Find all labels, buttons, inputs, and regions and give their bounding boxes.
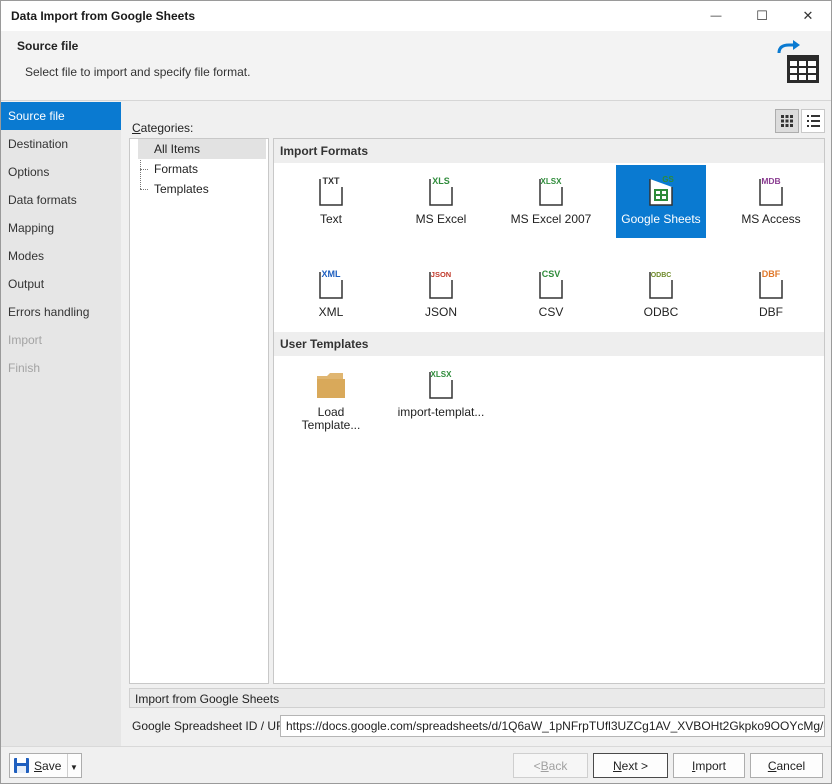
- template-tile-load-template[interactable]: Load Template...: [286, 358, 376, 438]
- tree-item-formats[interactable]: Formats: [138, 159, 266, 179]
- sidebar-item-options[interactable]: Options: [1, 158, 121, 186]
- formats-gallery: Import Formats TXT Text XLS MS Excel XLS…: [273, 138, 825, 684]
- svg-text:GS: GS: [662, 175, 674, 184]
- floppy-disk-icon: [14, 758, 29, 773]
- close-button[interactable]: ✕: [785, 1, 831, 31]
- split-divider: [67, 754, 68, 777]
- svg-text:ODBC: ODBC: [651, 272, 672, 279]
- folder-icon: [317, 373, 345, 398]
- sidebar-item-data-formats[interactable]: Data formats: [1, 186, 121, 214]
- import-button[interactable]: Import: [673, 753, 745, 778]
- svg-text:MDB: MDB: [761, 176, 780, 186]
- page-title: Source file: [17, 39, 79, 53]
- svg-text:JSON: JSON: [431, 270, 451, 279]
- svg-text:XLS: XLS: [432, 176, 450, 186]
- group-header-import-formats: Import Formats: [274, 139, 824, 163]
- json-file-icon: JSON: [429, 270, 453, 299]
- categories-tree: All Items Formats Templates: [129, 138, 269, 684]
- import-wizard-window: Data Import from Google Sheets — ☐ ✕ Sou…: [0, 0, 832, 784]
- svg-text:DBF: DBF: [762, 269, 781, 279]
- back-button: < Back: [513, 753, 588, 778]
- format-tile-ms-excel-2007[interactable]: XLSX MS Excel 2007: [506, 165, 596, 238]
- sidebar-item-source-file[interactable]: Source file: [1, 102, 121, 130]
- sidebar-item-modes[interactable]: Modes: [1, 242, 121, 270]
- sidebar-item-import: Import: [8, 333, 43, 347]
- google-sheets-file-icon: GS: [649, 175, 674, 206]
- categories-label: Categories:: [132, 121, 194, 135]
- title-bar: Data Import from Google Sheets — ☐ ✕: [1, 1, 831, 31]
- format-tile-json[interactable]: JSON JSON: [396, 258, 486, 331]
- group-header-user-templates: User Templates: [274, 332, 824, 356]
- format-tile-odbc[interactable]: ODBC ODBC: [616, 258, 706, 331]
- csv-file-icon: CSV: [539, 269, 563, 299]
- minimize-button[interactable]: —: [693, 1, 739, 31]
- wizard-footer: Save ▼ < Back Next > Import Cancel: [1, 746, 831, 783]
- sidebar-item-errors-handling[interactable]: Errors handling: [1, 298, 121, 326]
- tree-item-all-items[interactable]: All Items: [138, 139, 266, 159]
- xls-file-icon: XLS: [429, 176, 453, 206]
- format-tile-csv[interactable]: CSV CSV: [506, 258, 596, 331]
- cancel-button[interactable]: Cancel: [750, 753, 823, 778]
- maximize-button[interactable]: ☐: [739, 1, 785, 31]
- wizard-steps-sidebar: Source file Destination Options Data for…: [1, 102, 121, 746]
- close-icon: ✕: [802, 8, 814, 23]
- xlsx-file-icon: XLSX: [429, 370, 453, 399]
- import-table-icon: [777, 40, 819, 83]
- svg-text:CSV: CSV: [542, 269, 561, 279]
- format-tile-text[interactable]: TXT Text: [286, 165, 376, 238]
- wizard-header: Source file Select file to import and sp…: [1, 31, 831, 101]
- svg-text:XML: XML: [322, 269, 342, 279]
- tree-item-templates[interactable]: Templates: [138, 179, 266, 199]
- format-tile-xml[interactable]: XML XML: [286, 258, 376, 331]
- large-icons-view-button[interactable]: [775, 109, 799, 133]
- mdb-file-icon: MDB: [759, 176, 783, 206]
- svg-text:TXT: TXT: [323, 176, 341, 186]
- save-label: Save: [34, 759, 62, 773]
- format-tile-ms-access[interactable]: MDB MS Access: [726, 165, 816, 238]
- format-tile-google-sheets[interactable]: GS Google Sheets: [616, 165, 706, 238]
- sidebar-item-destination[interactable]: Destination: [1, 130, 121, 158]
- list-view-button[interactable]: [801, 109, 825, 133]
- svg-text:XLSX: XLSX: [541, 177, 563, 186]
- window-title: Data Import from Google Sheets: [11, 9, 196, 23]
- svg-text:XLSX: XLSX: [431, 370, 453, 379]
- sidebar-item-finish: Finish: [8, 361, 41, 375]
- dbf-file-icon: DBF: [759, 269, 783, 299]
- page-subtitle: Select file to import and specify file f…: [25, 65, 251, 79]
- minimize-icon: —: [710, 10, 722, 22]
- xlsx-file-icon: XLSX: [539, 177, 563, 206]
- save-split-button[interactable]: Save ▼: [9, 753, 82, 778]
- odbc-file-icon: ODBC: [649, 272, 673, 299]
- format-tile-ms-excel[interactable]: XLS MS Excel: [396, 165, 486, 238]
- spreadsheet-url-input[interactable]: https://docs.google.com/spreadsheets/d/1…: [280, 715, 825, 737]
- chevron-down-icon[interactable]: ▼: [70, 763, 78, 772]
- sidebar-item-mapping[interactable]: Mapping: [1, 214, 121, 242]
- txt-file-icon: TXT: [319, 176, 343, 206]
- maximize-icon: ☐: [756, 8, 768, 23]
- sidebar-item-output[interactable]: Output: [1, 270, 121, 298]
- xml-file-icon: XML: [319, 269, 343, 299]
- url-field-label: Google Spreadsheet ID / URL:: [132, 719, 295, 733]
- template-tile-import-template[interactable]: XLSX import-templat...: [396, 358, 486, 438]
- next-button[interactable]: Next >: [593, 753, 668, 778]
- format-description: Import from Google Sheets: [129, 688, 825, 708]
- list-view-icon: [806, 115, 820, 127]
- source-file-page: Categories: All Items Formats Templates: [121, 102, 831, 746]
- format-tile-dbf[interactable]: DBF DBF: [726, 258, 816, 331]
- grid-view-icon: [781, 115, 793, 127]
